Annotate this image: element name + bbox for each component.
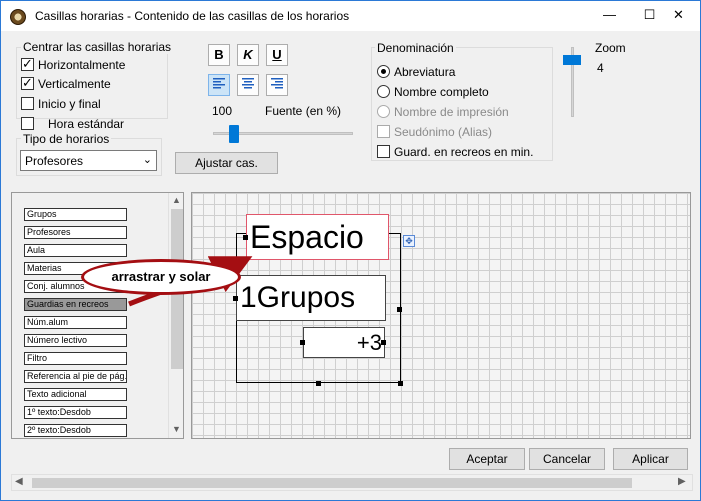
element-list-scrollbar[interactable]: ▲ ▼ — [168, 193, 183, 438]
list-item[interactable]: Guardias en recreos — [24, 298, 127, 311]
inicio-final-label: Inicio y final — [38, 97, 101, 111]
grupos-element[interactable]: 1Grupos — [236, 275, 386, 321]
resize-handle[interactable] — [397, 307, 402, 312]
list-item[interactable]: Referencia al pie de pág. — [24, 370, 127, 383]
tipo-horarios-value: Profesores — [25, 154, 84, 168]
drag-callout: arrastrar y solar — [81, 259, 241, 295]
dialog-window: Casillas horarias - Contenido de las cas… — [0, 0, 701, 501]
title-bar[interactable]: Casillas horarias - Contenido de las cas… — [1, 1, 700, 31]
guard-recreos-checkbox[interactable] — [377, 145, 390, 158]
align-left-button[interactable] — [208, 74, 230, 96]
nombre-impresion-label: Nombre de impresión — [394, 105, 509, 119]
close-button[interactable]: ✕ — [656, 1, 701, 31]
align-center-icon — [242, 78, 254, 89]
horizontal-label: Horizontalmente — [38, 58, 126, 72]
apply-button[interactable]: Aplicar — [613, 448, 688, 470]
cell-layout-canvas[interactable]: Espacio ✥ 1Grupos +3 — [191, 192, 691, 439]
align-left-icon — [213, 78, 225, 89]
font-size-label: Fuente (en %) — [265, 104, 342, 118]
underline-button[interactable]: U — [266, 44, 288, 66]
font-size-value: 100 — [212, 104, 233, 118]
scroll-up-icon[interactable]: ▲ — [172, 195, 181, 205]
scroll-right-icon[interactable]: ▶ — [678, 476, 686, 487]
scroll-left-icon[interactable]: ◀ — [15, 476, 23, 487]
app-icon — [10, 9, 26, 25]
list-item[interactable]: Texto adicional — [24, 388, 127, 401]
list-item[interactable]: Profesores — [24, 226, 127, 239]
plus-element[interactable]: +3 — [303, 327, 385, 358]
scroll-down-icon[interactable]: ▼ — [172, 424, 181, 434]
nombre-completo-radio[interactable] — [377, 85, 390, 98]
list-item[interactable]: Núm.alum — [24, 316, 127, 329]
element-list-items: Grupos Profesores Aula Materias Conj. alumno… — [12, 193, 168, 438]
resize-handle[interactable] — [300, 340, 305, 345]
list-item[interactable]: Aula — [24, 244, 127, 257]
guard-recreos-label: Guard. en recreos en min. — [394, 145, 534, 159]
italic-button[interactable]: K — [237, 44, 259, 66]
zoom-value: 4 — [597, 61, 604, 75]
window-title: Casillas horarias - Contenido de las cas… — [35, 9, 350, 23]
centrar-group-label: Centrar las casillas horarias — [21, 40, 174, 54]
dialog-client: Centrar las casillas horarias Horizontal… — [1, 37, 700, 500]
list-item[interactable]: Número lectivo — [24, 334, 127, 347]
horizontal-checkbox[interactable] — [21, 56, 34, 72]
list-item[interactable]: 1º texto:Desdob — [24, 406, 127, 419]
espacio-element[interactable]: Espacio — [246, 214, 389, 260]
inicio-final-checkbox[interactable] — [21, 97, 34, 110]
nombre-completo-label: Nombre completo — [394, 85, 489, 99]
list-item[interactable]: 2º texto:Desdob — [24, 424, 127, 437]
ajustar-button[interactable]: Ajustar cas. — [175, 152, 278, 174]
element-list: Grupos Profesores Aula Materias Conj. alumno… — [11, 192, 184, 439]
chevron-down-icon: ⌄ — [142, 154, 152, 166]
bold-button[interactable]: B — [208, 44, 230, 66]
resize-handle[interactable] — [381, 340, 386, 345]
zoom-label: Zoom — [595, 41, 626, 55]
align-right-button[interactable] — [266, 74, 288, 96]
vertical-label: Verticalmente — [38, 77, 111, 91]
hora-estandar-label: Hora estándar — [48, 117, 125, 131]
list-item[interactable]: Grupos — [24, 208, 127, 221]
hora-estandar-checkbox[interactable] — [21, 117, 34, 130]
tipo-horarios-select[interactable]: Profesores ⌄ — [20, 150, 157, 171]
align-right-icon — [271, 78, 283, 89]
resize-handle[interactable] — [316, 381, 321, 386]
seudonimo-checkbox[interactable] — [377, 125, 390, 138]
tipo-horarios-label: Tipo de horarios — [21, 132, 112, 146]
accept-button[interactable]: Aceptar — [449, 448, 525, 470]
resize-handle[interactable] — [243, 235, 248, 240]
nombre-impresion-radio[interactable] — [377, 105, 390, 118]
abreviatura-label: Abreviatura — [394, 65, 456, 79]
minimize-button[interactable]: — — [587, 1, 632, 31]
zoom-slider-thumb[interactable] — [563, 55, 581, 65]
horizontal-scroll-thumb[interactable] — [32, 478, 632, 488]
vertical-checkbox[interactable] — [21, 75, 34, 91]
resize-handle[interactable] — [233, 296, 238, 301]
font-size-slider-thumb[interactable] — [229, 125, 239, 143]
align-center-button[interactable] — [237, 74, 259, 96]
seudonimo-label: Seudónimo (Alias) — [394, 125, 493, 139]
denominacion-label: Denominación — [375, 41, 456, 55]
cancel-button[interactable]: Cancelar — [529, 448, 605, 470]
abreviatura-radio[interactable] — [377, 65, 390, 78]
move-icon[interactable]: ✥ — [403, 235, 415, 247]
list-item[interactable]: Filtro — [24, 352, 127, 365]
resize-handle[interactable] — [398, 381, 403, 386]
horizontal-scrollbar[interactable]: ◀ ▶ — [11, 474, 693, 491]
